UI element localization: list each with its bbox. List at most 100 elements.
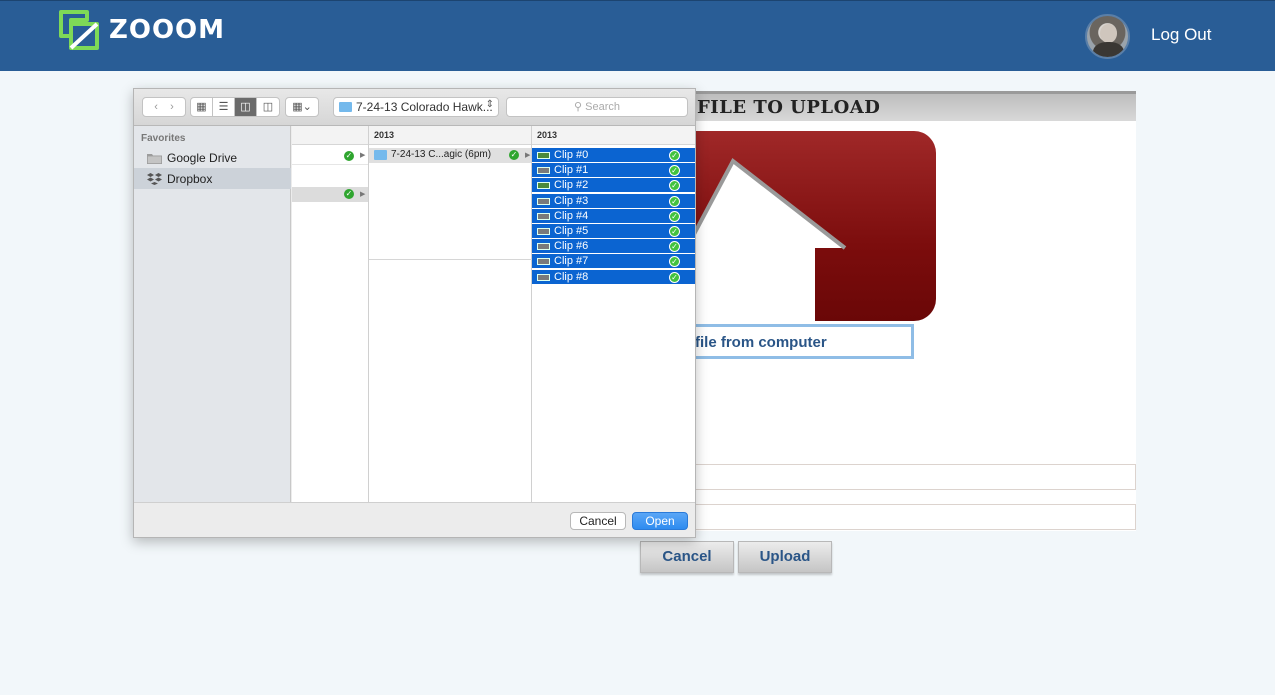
column-header: 2013 xyxy=(532,126,695,145)
clip-label: Clip #3 xyxy=(554,194,589,207)
disclosure-arrow-icon: ▶ xyxy=(360,152,366,159)
top-navigation-bar: ZOOOM Log Out xyxy=(0,0,1275,71)
avatar-head xyxy=(1100,24,1117,43)
clip-row[interactable]: Clip #8 ✓ xyxy=(532,269,695,285)
video-thumbnail-icon xyxy=(537,182,550,190)
upload-button[interactable]: Upload xyxy=(738,541,832,573)
synced-check-icon: ✓ xyxy=(669,195,680,207)
file-open-dialog: ‹ › ▦ ☰ ◫ ◫ ▦⌄ 7-24-13 Colorado Hawk... … xyxy=(133,88,696,538)
video-thumbnail-icon xyxy=(537,228,550,235)
search-field[interactable]: ⚲ Search xyxy=(506,97,688,117)
path-popup[interactable]: 7-24-13 Colorado Hawk... ⇕ xyxy=(333,97,499,117)
browser-column-2: 2013 7-24-13 C...agic (6pm) ✓ ▶ xyxy=(369,126,532,502)
dialog-toolbar: ‹ › ▦ ☰ ◫ ◫ ▦⌄ 7-24-13 Colorado Hawk... … xyxy=(134,89,695,126)
synced-check-icon: ✓ xyxy=(669,271,680,283)
clip-label: Clip #1 xyxy=(554,164,589,177)
video-thumbnail-icon xyxy=(537,243,550,251)
upload-house-icon xyxy=(693,131,936,321)
browser-column-3: 2013 Clip #0 ✓ Clip #1 ✓ Clip #2 ✓ Clip #3 ✓ Cli… xyxy=(532,126,695,502)
folder-icon xyxy=(147,154,162,164)
avatar-body xyxy=(1093,42,1124,57)
sidebar-section-title: Favorites xyxy=(141,133,186,144)
back-arrow-icon[interactable]: ‹ xyxy=(154,101,158,113)
column-view-icon[interactable]: ◫ xyxy=(235,98,257,116)
synced-check-icon: ✓ xyxy=(509,150,519,160)
synced-check-icon: ✓ xyxy=(669,210,680,222)
synced-check-icon: ✓ xyxy=(344,189,354,199)
dropbox-icon xyxy=(147,173,162,185)
video-thumbnail-icon xyxy=(537,212,550,220)
chevron-down-icon: ⌄ xyxy=(302,101,312,113)
list-item-selected[interactable]: ✓ ▶ xyxy=(292,187,368,202)
folder-icon xyxy=(374,150,387,160)
synced-check-icon: ✓ xyxy=(669,241,680,253)
divider xyxy=(369,259,532,260)
folder-label: 7-24-13 C...agic (6pm) xyxy=(391,149,492,160)
arrange-menu-button[interactable]: ▦⌄ xyxy=(285,97,319,117)
folder-row[interactable]: 7-24-13 C...agic (6pm) ✓ ▶ xyxy=(369,148,531,163)
folder-icon xyxy=(339,102,352,112)
cancel-button[interactable]: Cancel xyxy=(640,541,734,573)
clip-label: Clip #2 xyxy=(554,179,589,192)
forward-arrow-icon[interactable]: › xyxy=(170,101,174,113)
clip-row[interactable]: Clip #2 ✓ xyxy=(532,178,695,194)
zooom-logo[interactable]: ZOOOM xyxy=(57,8,225,52)
video-thumbnail-icon xyxy=(537,258,550,266)
file-from-computer-button[interactable]: file from computer xyxy=(678,324,914,359)
dialog-cancel-button[interactable]: Cancel xyxy=(570,512,626,530)
path-label: 7-24-13 Colorado Hawk... xyxy=(356,100,493,114)
sidebar-item-google-drive[interactable]: Google Drive xyxy=(134,147,291,168)
video-thumbnail-icon xyxy=(537,167,550,175)
updown-chevron-icon: ⇕ xyxy=(485,99,494,110)
logo-icon xyxy=(59,10,99,50)
search-icon: ⚲ xyxy=(574,101,583,113)
list-view-icon[interactable]: ☰ xyxy=(213,98,235,116)
cover-flow-icon[interactable]: ◫ xyxy=(257,98,279,116)
dialog-sidebar: Favorites Google Drive Dropbox xyxy=(134,126,291,502)
synced-check-icon: ✓ xyxy=(669,165,680,177)
video-thumbnail-icon xyxy=(537,152,550,159)
icon-view-icon[interactable]: ▦ xyxy=(191,98,213,116)
sidebar-item-dropbox[interactable]: Dropbox xyxy=(134,168,291,189)
clip-row[interactable]: Clip #3 ✓ xyxy=(532,193,695,209)
clip-label: Clip #5 xyxy=(554,225,589,237)
user-avatar[interactable] xyxy=(1085,14,1130,59)
clip-label: Clip #8 xyxy=(554,270,589,283)
synced-check-icon: ✓ xyxy=(669,226,680,237)
clip-label: Clip #0 xyxy=(554,149,589,161)
clip-row[interactable]: Clip #6 ✓ xyxy=(532,239,695,255)
clip-row[interactable]: Clip #0 ✓ xyxy=(532,148,695,163)
synced-check-icon: ✓ xyxy=(669,256,680,268)
house-arrow-icon xyxy=(693,157,847,321)
dialog-footer: Cancel Open xyxy=(134,502,695,537)
brand-name: ZOOOM xyxy=(109,15,226,45)
video-thumbnail-icon xyxy=(537,273,550,281)
clip-row[interactable]: Clip #1 ✓ xyxy=(532,163,695,179)
clip-row[interactable]: Clip #5 ✓ xyxy=(532,224,695,239)
view-mode-segmented-control: ▦ ☰ ◫ ◫ xyxy=(190,97,280,117)
grid-icon: ▦ xyxy=(292,101,303,113)
clip-row[interactable]: Clip #7 ✓ xyxy=(532,254,695,270)
title-input[interactable] xyxy=(693,464,1136,490)
clip-label: Clip #7 xyxy=(554,255,589,268)
clip-label: Clip #4 xyxy=(554,209,589,222)
sidebar-item-label: Dropbox xyxy=(167,172,213,186)
clip-label: Clip #6 xyxy=(554,240,589,253)
synced-check-icon: ✓ xyxy=(669,150,680,161)
column-header xyxy=(292,126,368,145)
search-placeholder: Search xyxy=(585,101,620,113)
list-item[interactable]: ✓ ▶ xyxy=(292,146,368,165)
clip-row[interactable]: Clip #4 ✓ xyxy=(532,208,695,224)
browser-column-1: ✓ ▶ ✓ ▶ xyxy=(292,126,369,502)
dialog-open-button[interactable]: Open xyxy=(632,512,688,530)
disclosure-arrow-icon: ▶ xyxy=(525,152,531,159)
log-out-link[interactable]: Log Out xyxy=(1151,25,1212,45)
description-input[interactable] xyxy=(693,504,1136,530)
disclosure-arrow-icon: ▶ xyxy=(360,191,366,198)
synced-check-icon: ✓ xyxy=(669,180,680,192)
panel-title: FILE TO UPLOAD xyxy=(697,97,881,118)
back-forward-buttons[interactable]: ‹ › xyxy=(142,97,186,117)
column-header: 2013 xyxy=(369,126,531,145)
synced-check-icon: ✓ xyxy=(344,151,354,161)
sidebar-item-label: Google Drive xyxy=(167,151,238,165)
